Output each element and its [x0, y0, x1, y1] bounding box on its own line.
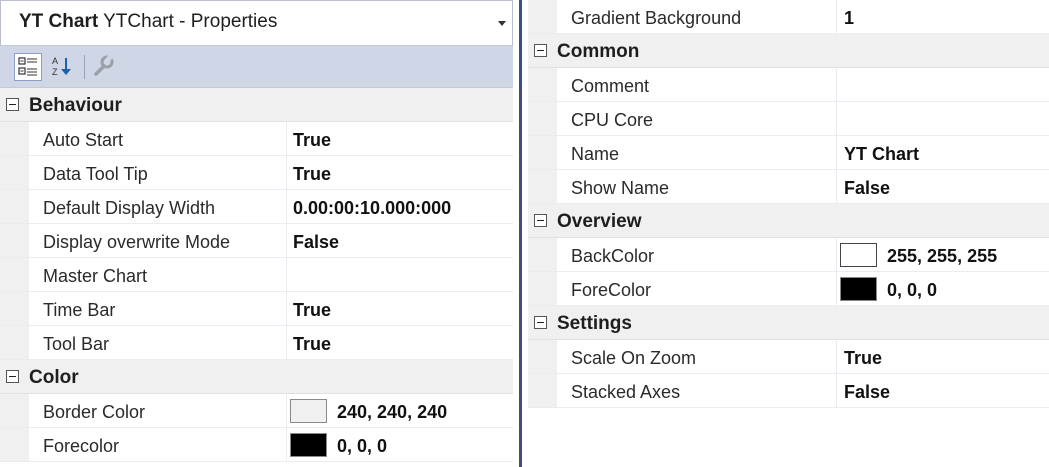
collapse-icon[interactable] — [6, 98, 19, 111]
alphabetical-icon[interactable]: A Z — [49, 53, 77, 81]
property-name: Name — [571, 144, 620, 164]
property-value[interactable]: True — [293, 300, 331, 321]
property-row[interactable]: Display overwrite Mode False — [0, 224, 513, 258]
object-name: YT Chart — [19, 11, 99, 32]
property-name: Forecolor — [43, 436, 120, 456]
property-name: Display overwrite Mode — [43, 232, 231, 252]
property-value[interactable]: False — [844, 382, 890, 403]
categorized-icon[interactable] — [14, 53, 42, 81]
property-value[interactable]: False — [293, 232, 339, 253]
property-value[interactable]: 1 — [844, 8, 854, 29]
property-value[interactable]: YT Chart — [844, 144, 919, 165]
property-name: Scale On Zoom — [571, 348, 697, 368]
collapse-icon[interactable] — [534, 214, 547, 227]
property-name: Border Color — [43, 402, 146, 422]
property-row[interactable]: CPU Core — [528, 102, 1049, 136]
properties-panel-right: Gradient Background 1 Common Comment CPU … — [528, 0, 1049, 467]
object-selector-title: YT Chart YTChart - Properties — [19, 11, 277, 33]
property-value[interactable]: 0.00:00:10.000:000 — [293, 198, 451, 219]
property-row[interactable]: ForeColor 0, 0, 0 — [528, 272, 1049, 306]
color-swatch[interactable] — [840, 277, 877, 301]
property-name: Comment — [571, 76, 650, 96]
property-value[interactable]: True — [293, 164, 331, 185]
property-name: Tool Bar — [43, 334, 110, 354]
property-value[interactable]: False — [844, 178, 890, 199]
collapse-icon[interactable] — [534, 316, 547, 329]
property-name: ForeColor — [571, 280, 652, 300]
property-name: Master Chart — [43, 266, 148, 286]
category-label: Overview — [557, 211, 642, 232]
property-row[interactable]: Comment — [528, 68, 1049, 102]
object-type: YTChart - Properties — [103, 11, 278, 32]
property-row[interactable]: Gradient Background 1 — [528, 0, 1049, 34]
property-value[interactable]: True — [844, 348, 882, 369]
category-common[interactable]: Common — [528, 34, 1049, 68]
svg-text:A: A — [52, 56, 58, 66]
property-name: Stacked Axes — [571, 382, 681, 402]
property-name: Time Bar — [43, 300, 116, 320]
category-label: Behaviour — [29, 95, 122, 116]
property-value[interactable]: 255, 255, 255 — [887, 246, 997, 267]
property-row[interactable]: Border Color 240, 240, 240 — [0, 394, 513, 428]
category-settings[interactable]: Settings — [528, 306, 1049, 340]
property-row[interactable]: Name YT Chart — [528, 136, 1049, 170]
chevron-down-icon[interactable] — [498, 21, 506, 26]
collapse-icon[interactable] — [534, 44, 547, 57]
category-label: Common — [557, 41, 640, 62]
property-name: CPU Core — [571, 110, 654, 130]
property-row[interactable]: Time Bar True — [0, 292, 513, 326]
property-row[interactable]: Stacked Axes False — [528, 374, 1049, 408]
property-row[interactable]: Auto Start True — [0, 122, 513, 156]
toolbar-separator — [84, 55, 85, 79]
property-value[interactable]: 0, 0, 0 — [887, 280, 937, 301]
property-row[interactable]: Tool Bar True — [0, 326, 513, 360]
category-label: Settings — [557, 313, 632, 334]
color-swatch[interactable] — [290, 399, 327, 423]
property-name: Auto Start — [43, 130, 124, 150]
properties-toolbar: A Z — [0, 45, 513, 88]
property-name: Gradient Background — [571, 8, 742, 28]
property-row[interactable]: Show Name False — [528, 170, 1049, 204]
category-overview[interactable]: Overview — [528, 204, 1049, 238]
property-value[interactable]: 240, 240, 240 — [337, 402, 447, 423]
property-pages-icon[interactable] — [90, 53, 118, 81]
property-name: BackColor — [571, 246, 655, 266]
property-name: Show Name — [571, 178, 670, 198]
property-name: Data Tool Tip — [43, 164, 148, 184]
color-swatch[interactable] — [840, 243, 877, 267]
properties-panel-left: YT Chart YTChart - Properties A Z Behavi… — [0, 0, 513, 467]
property-value[interactable]: True — [293, 334, 331, 355]
property-row[interactable]: Data Tool Tip True — [0, 156, 513, 190]
category-label: Color — [29, 367, 79, 388]
category-behaviour[interactable]: Behaviour — [0, 88, 513, 122]
property-row[interactable]: Forecolor 0, 0, 0 — [0, 428, 513, 462]
object-selector[interactable]: YT Chart YTChart - Properties — [0, 0, 513, 45]
property-row[interactable]: BackColor 255, 255, 255 — [528, 238, 1049, 272]
color-swatch[interactable] — [290, 433, 327, 457]
svg-text:Z: Z — [52, 67, 58, 77]
property-row[interactable]: Default Display Width 0.00:00:10.000:000 — [0, 190, 513, 224]
category-color[interactable]: Color — [0, 360, 513, 394]
property-value[interactable]: 0, 0, 0 — [337, 436, 387, 457]
collapse-icon[interactable] — [6, 370, 19, 383]
property-name: Default Display Width — [43, 198, 216, 218]
property-row[interactable]: Master Chart — [0, 258, 513, 292]
property-row[interactable]: Scale On Zoom True — [528, 340, 1049, 374]
property-value[interactable]: True — [293, 130, 331, 151]
panel-divider[interactable] — [513, 0, 528, 467]
